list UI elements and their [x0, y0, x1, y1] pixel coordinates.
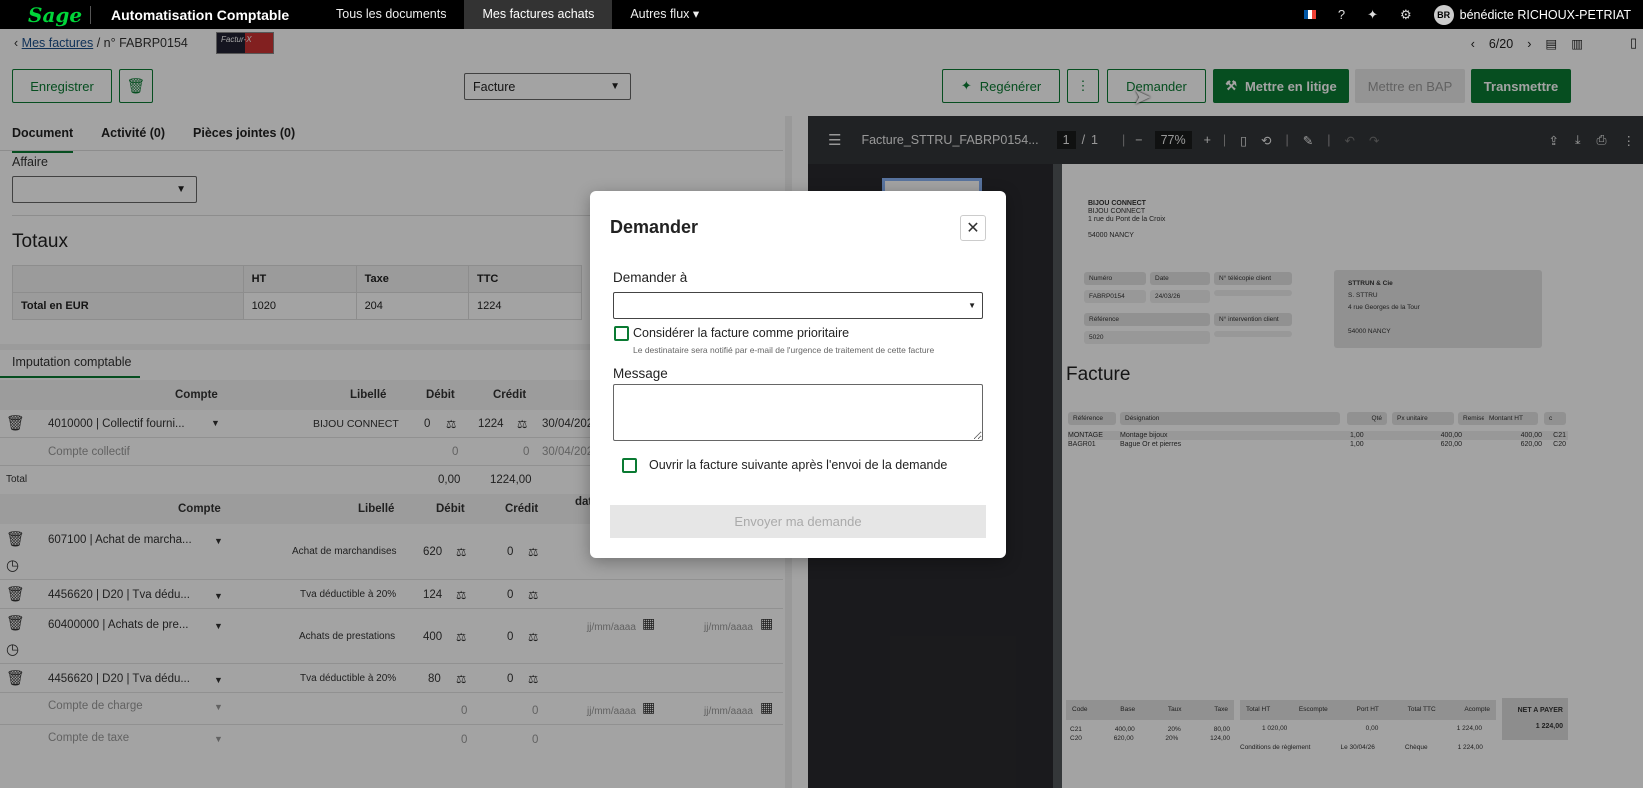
top-navigation-bar: Sage Automatisation Comptable Tous les d… [0, 0, 1643, 29]
flag-fr-icon[interactable] [1303, 10, 1316, 19]
gear-icon[interactable]: ⚙ [1400, 7, 1412, 23]
user-name[interactable]: bénédicte RICHOUX-PETRIAT [1460, 8, 1631, 22]
nav-other-flows-label: Autres flux [630, 7, 690, 21]
priority-checkbox[interactable] [614, 326, 629, 341]
priority-label[interactable]: Considérer la facture comme prioritaire [633, 326, 849, 340]
message-textarea[interactable] [613, 384, 983, 441]
dialog-title: Demander [610, 217, 699, 237]
chevron-down-icon: ▾ [692, 7, 700, 21]
nav-other-flows[interactable]: Autres flux ▾ [612, 0, 717, 29]
caret-down-icon: ▼ [968, 301, 976, 310]
nav-all-documents[interactable]: Tous les documents [318, 0, 464, 29]
open-next-label[interactable]: Ouvrir la facture suivante après l'envoi… [649, 458, 947, 472]
lightbulb-icon[interactable]: ✦ [1367, 7, 1378, 23]
avatar[interactable]: BR [1433, 4, 1454, 25]
ask-to-label: Demander à [613, 270, 688, 285]
help-icon[interactable]: ? [1338, 7, 1345, 22]
ask-dialog: Demander ✕ Demander à ▼ Considérer la fa… [590, 191, 1006, 558]
sage-logo[interactable]: Sage [0, 3, 90, 27]
message-label: Message [613, 366, 668, 381]
priority-hint: Le destinataire sera notifié par e-mail … [633, 345, 935, 355]
send-request-button[interactable]: Envoyer ma demande [610, 505, 986, 538]
app-name: Automatisation Comptable [90, 5, 318, 24]
close-icon[interactable]: ✕ [960, 215, 986, 241]
nav-my-purchase-invoices[interactable]: Mes factures achats [464, 0, 613, 29]
open-next-checkbox[interactable] [622, 458, 637, 473]
ask-to-select[interactable]: ▼ [613, 292, 983, 319]
